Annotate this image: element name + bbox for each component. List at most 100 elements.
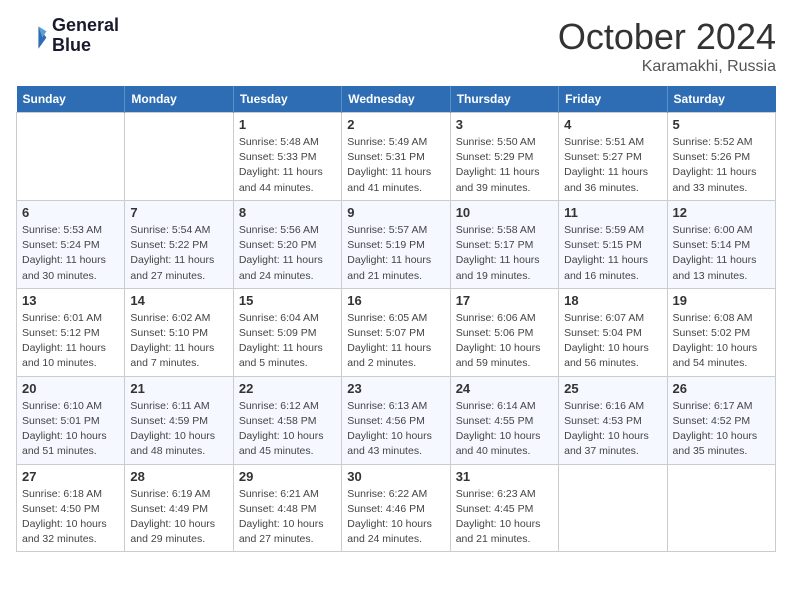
day-number: 26 bbox=[673, 381, 770, 396]
calendar-cell: 7 Sunrise: 5:54 AMSunset: 5:22 PMDaylight… bbox=[125, 200, 233, 288]
calendar-cell: 28 Sunrise: 6:19 AMSunset: 4:49 PMDayligh… bbox=[125, 464, 233, 552]
day-info: Sunrise: 5:53 AMSunset: 5:24 PMDaylight:… bbox=[22, 223, 119, 284]
day-info: Sunrise: 6:12 AMSunset: 4:58 PMDaylight:… bbox=[239, 399, 336, 460]
day-of-week-header: Saturday bbox=[667, 86, 775, 113]
day-number: 1 bbox=[239, 117, 336, 132]
calendar-cell: 16 Sunrise: 6:05 AMSunset: 5:07 PMDayligh… bbox=[342, 288, 450, 376]
day-number: 21 bbox=[130, 381, 227, 396]
calendar-cell: 10 Sunrise: 5:58 AMSunset: 5:17 PMDayligh… bbox=[450, 200, 558, 288]
day-info: Sunrise: 5:59 AMSunset: 5:15 PMDaylight:… bbox=[564, 223, 661, 284]
day-of-week-header: Wednesday bbox=[342, 86, 450, 113]
day-info: Sunrise: 5:49 AMSunset: 5:31 PMDaylight:… bbox=[347, 135, 444, 196]
calendar-cell: 5 Sunrise: 5:52 AMSunset: 5:26 PMDaylight… bbox=[667, 113, 775, 201]
location-title: Karamakhi, Russia bbox=[558, 58, 776, 76]
day-number: 3 bbox=[456, 117, 553, 132]
day-number: 14 bbox=[130, 293, 227, 308]
calendar-cell: 22 Sunrise: 6:12 AMSunset: 4:58 PMDayligh… bbox=[233, 376, 341, 464]
calendar-cell: 25 Sunrise: 6:16 AMSunset: 4:53 PMDayligh… bbox=[559, 376, 667, 464]
day-number: 12 bbox=[673, 205, 770, 220]
day-info: Sunrise: 5:48 AMSunset: 5:33 PMDaylight:… bbox=[239, 135, 336, 196]
calendar-table: SundayMondayTuesdayWednesdayThursdayFrid… bbox=[16, 86, 776, 552]
day-info: Sunrise: 6:21 AMSunset: 4:48 PMDaylight:… bbox=[239, 487, 336, 548]
calendar-cell: 9 Sunrise: 5:57 AMSunset: 5:19 PMDaylight… bbox=[342, 200, 450, 288]
day-info: Sunrise: 6:08 AMSunset: 5:02 PMDaylight:… bbox=[673, 311, 770, 372]
day-info: Sunrise: 5:54 AMSunset: 5:22 PMDaylight:… bbox=[130, 223, 227, 284]
day-number: 24 bbox=[456, 381, 553, 396]
day-info: Sunrise: 6:18 AMSunset: 4:50 PMDaylight:… bbox=[22, 487, 119, 548]
day-number: 6 bbox=[22, 205, 119, 220]
day-info: Sunrise: 5:51 AMSunset: 5:27 PMDaylight:… bbox=[564, 135, 661, 196]
day-info: Sunrise: 5:56 AMSunset: 5:20 PMDaylight:… bbox=[239, 223, 336, 284]
logo: General Blue bbox=[16, 16, 119, 56]
day-info: Sunrise: 6:02 AMSunset: 5:10 PMDaylight:… bbox=[130, 311, 227, 372]
calendar-cell: 31Sunrise: 6:23 AMSunset: 4:45 PMDayligh… bbox=[450, 464, 558, 552]
day-info: Sunrise: 6:14 AMSunset: 4:55 PMDaylight:… bbox=[456, 399, 553, 460]
calendar-cell: 21 Sunrise: 6:11 AMSunset: 4:59 PMDayligh… bbox=[125, 376, 233, 464]
calendar-cell: 23 Sunrise: 6:13 AMSunset: 4:56 PMDayligh… bbox=[342, 376, 450, 464]
calendar-cell: 26 Sunrise: 6:17 AMSunset: 4:52 PMDayligh… bbox=[667, 376, 775, 464]
day-info: Sunrise: 6:05 AMSunset: 5:07 PMDaylight:… bbox=[347, 311, 444, 372]
calendar-cell: 30Sunrise: 6:22 AMSunset: 4:46 PMDayligh… bbox=[342, 464, 450, 552]
day-number: 25 bbox=[564, 381, 661, 396]
day-number: 23 bbox=[347, 381, 444, 396]
day-info: Sunrise: 5:52 AMSunset: 5:26 PMDaylight:… bbox=[673, 135, 770, 196]
day-number: 29 bbox=[239, 469, 336, 484]
day-info: Sunrise: 6:11 AMSunset: 4:59 PMDaylight:… bbox=[130, 399, 227, 460]
logo-text: General Blue bbox=[52, 16, 119, 56]
page-header: General Blue October 2024 Karamakhi, Rus… bbox=[16, 16, 776, 76]
calendar-cell bbox=[125, 113, 233, 201]
calendar-cell: 12 Sunrise: 6:00 AMSunset: 5:14 PMDayligh… bbox=[667, 200, 775, 288]
day-info: Sunrise: 6:06 AMSunset: 5:06 PMDaylight:… bbox=[456, 311, 553, 372]
calendar-week-row: 6 Sunrise: 5:53 AMSunset: 5:24 PMDaylight… bbox=[17, 200, 776, 288]
day-number: 2 bbox=[347, 117, 444, 132]
day-of-week-header: Thursday bbox=[450, 86, 558, 113]
day-number: 10 bbox=[456, 205, 553, 220]
day-info: Sunrise: 6:19 AMSunset: 4:49 PMDaylight:… bbox=[130, 487, 227, 548]
calendar-cell: 6 Sunrise: 5:53 AMSunset: 5:24 PMDaylight… bbox=[17, 200, 125, 288]
day-number: 19 bbox=[673, 293, 770, 308]
day-number: 16 bbox=[347, 293, 444, 308]
calendar-cell: 1 Sunrise: 5:48 AMSunset: 5:33 PMDaylight… bbox=[233, 113, 341, 201]
calendar-cell: 11 Sunrise: 5:59 AMSunset: 5:15 PMDayligh… bbox=[559, 200, 667, 288]
day-number: 27 bbox=[22, 469, 119, 484]
day-info: Sunrise: 5:58 AMSunset: 5:17 PMDaylight:… bbox=[456, 223, 553, 284]
day-number: 15 bbox=[239, 293, 336, 308]
day-info: Sunrise: 5:57 AMSunset: 5:19 PMDaylight:… bbox=[347, 223, 444, 284]
month-title: October 2024 bbox=[558, 16, 776, 58]
logo-icon bbox=[16, 20, 48, 52]
calendar-cell: 29 Sunrise: 6:21 AMSunset: 4:48 PMDayligh… bbox=[233, 464, 341, 552]
day-number: 20 bbox=[22, 381, 119, 396]
title-area: October 2024 Karamakhi, Russia bbox=[558, 16, 776, 76]
calendar-cell: 18 Sunrise: 6:07 AMSunset: 5:04 PMDayligh… bbox=[559, 288, 667, 376]
day-info: Sunrise: 6:10 AMSunset: 5:01 PMDaylight:… bbox=[22, 399, 119, 460]
calendar-cell bbox=[17, 113, 125, 201]
day-info: Sunrise: 6:07 AMSunset: 5:04 PMDaylight:… bbox=[564, 311, 661, 372]
day-number: 4 bbox=[564, 117, 661, 132]
day-number: 9 bbox=[347, 205, 444, 220]
calendar-cell: 17 Sunrise: 6:06 AMSunset: 5:06 PMDayligh… bbox=[450, 288, 558, 376]
day-number: 11 bbox=[564, 205, 661, 220]
day-of-week-header: Monday bbox=[125, 86, 233, 113]
day-info: Sunrise: 6:01 AMSunset: 5:12 PMDaylight:… bbox=[22, 311, 119, 372]
day-number: 7 bbox=[130, 205, 227, 220]
day-number: 17 bbox=[456, 293, 553, 308]
day-info: Sunrise: 6:17 AMSunset: 4:52 PMDaylight:… bbox=[673, 399, 770, 460]
calendar-cell: 24 Sunrise: 6:14 AMSunset: 4:55 PMDayligh… bbox=[450, 376, 558, 464]
calendar-week-row: 1 Sunrise: 5:48 AMSunset: 5:33 PMDaylight… bbox=[17, 113, 776, 201]
day-number: 22 bbox=[239, 381, 336, 396]
calendar-week-row: 20 Sunrise: 6:10 AMSunset: 5:01 PMDayligh… bbox=[17, 376, 776, 464]
day-info: Sunrise: 6:04 AMSunset: 5:09 PMDaylight:… bbox=[239, 311, 336, 372]
calendar-cell: 19 Sunrise: 6:08 AMSunset: 5:02 PMDayligh… bbox=[667, 288, 775, 376]
calendar-cell: 27 Sunrise: 6:18 AMSunset: 4:50 PMDayligh… bbox=[17, 464, 125, 552]
day-info: Sunrise: 6:16 AMSunset: 4:53 PMDaylight:… bbox=[564, 399, 661, 460]
calendar-cell: 13Sunrise: 6:01 AMSunset: 5:12 PMDayligh… bbox=[17, 288, 125, 376]
day-info: Sunrise: 6:23 AMSunset: 4:45 PMDaylight:… bbox=[456, 487, 553, 548]
calendar-cell: 4 Sunrise: 5:51 AMSunset: 5:27 PMDaylight… bbox=[559, 113, 667, 201]
day-number: 28 bbox=[130, 469, 227, 484]
day-number: 5 bbox=[673, 117, 770, 132]
calendar-cell: 3Sunrise: 5:50 AMSunset: 5:29 PMDaylight… bbox=[450, 113, 558, 201]
day-info: Sunrise: 6:00 AMSunset: 5:14 PMDaylight:… bbox=[673, 223, 770, 284]
calendar-cell: 2 Sunrise: 5:49 AMSunset: 5:31 PMDaylight… bbox=[342, 113, 450, 201]
day-number: 18 bbox=[564, 293, 661, 308]
day-info: Sunrise: 6:13 AMSunset: 4:56 PMDaylight:… bbox=[347, 399, 444, 460]
